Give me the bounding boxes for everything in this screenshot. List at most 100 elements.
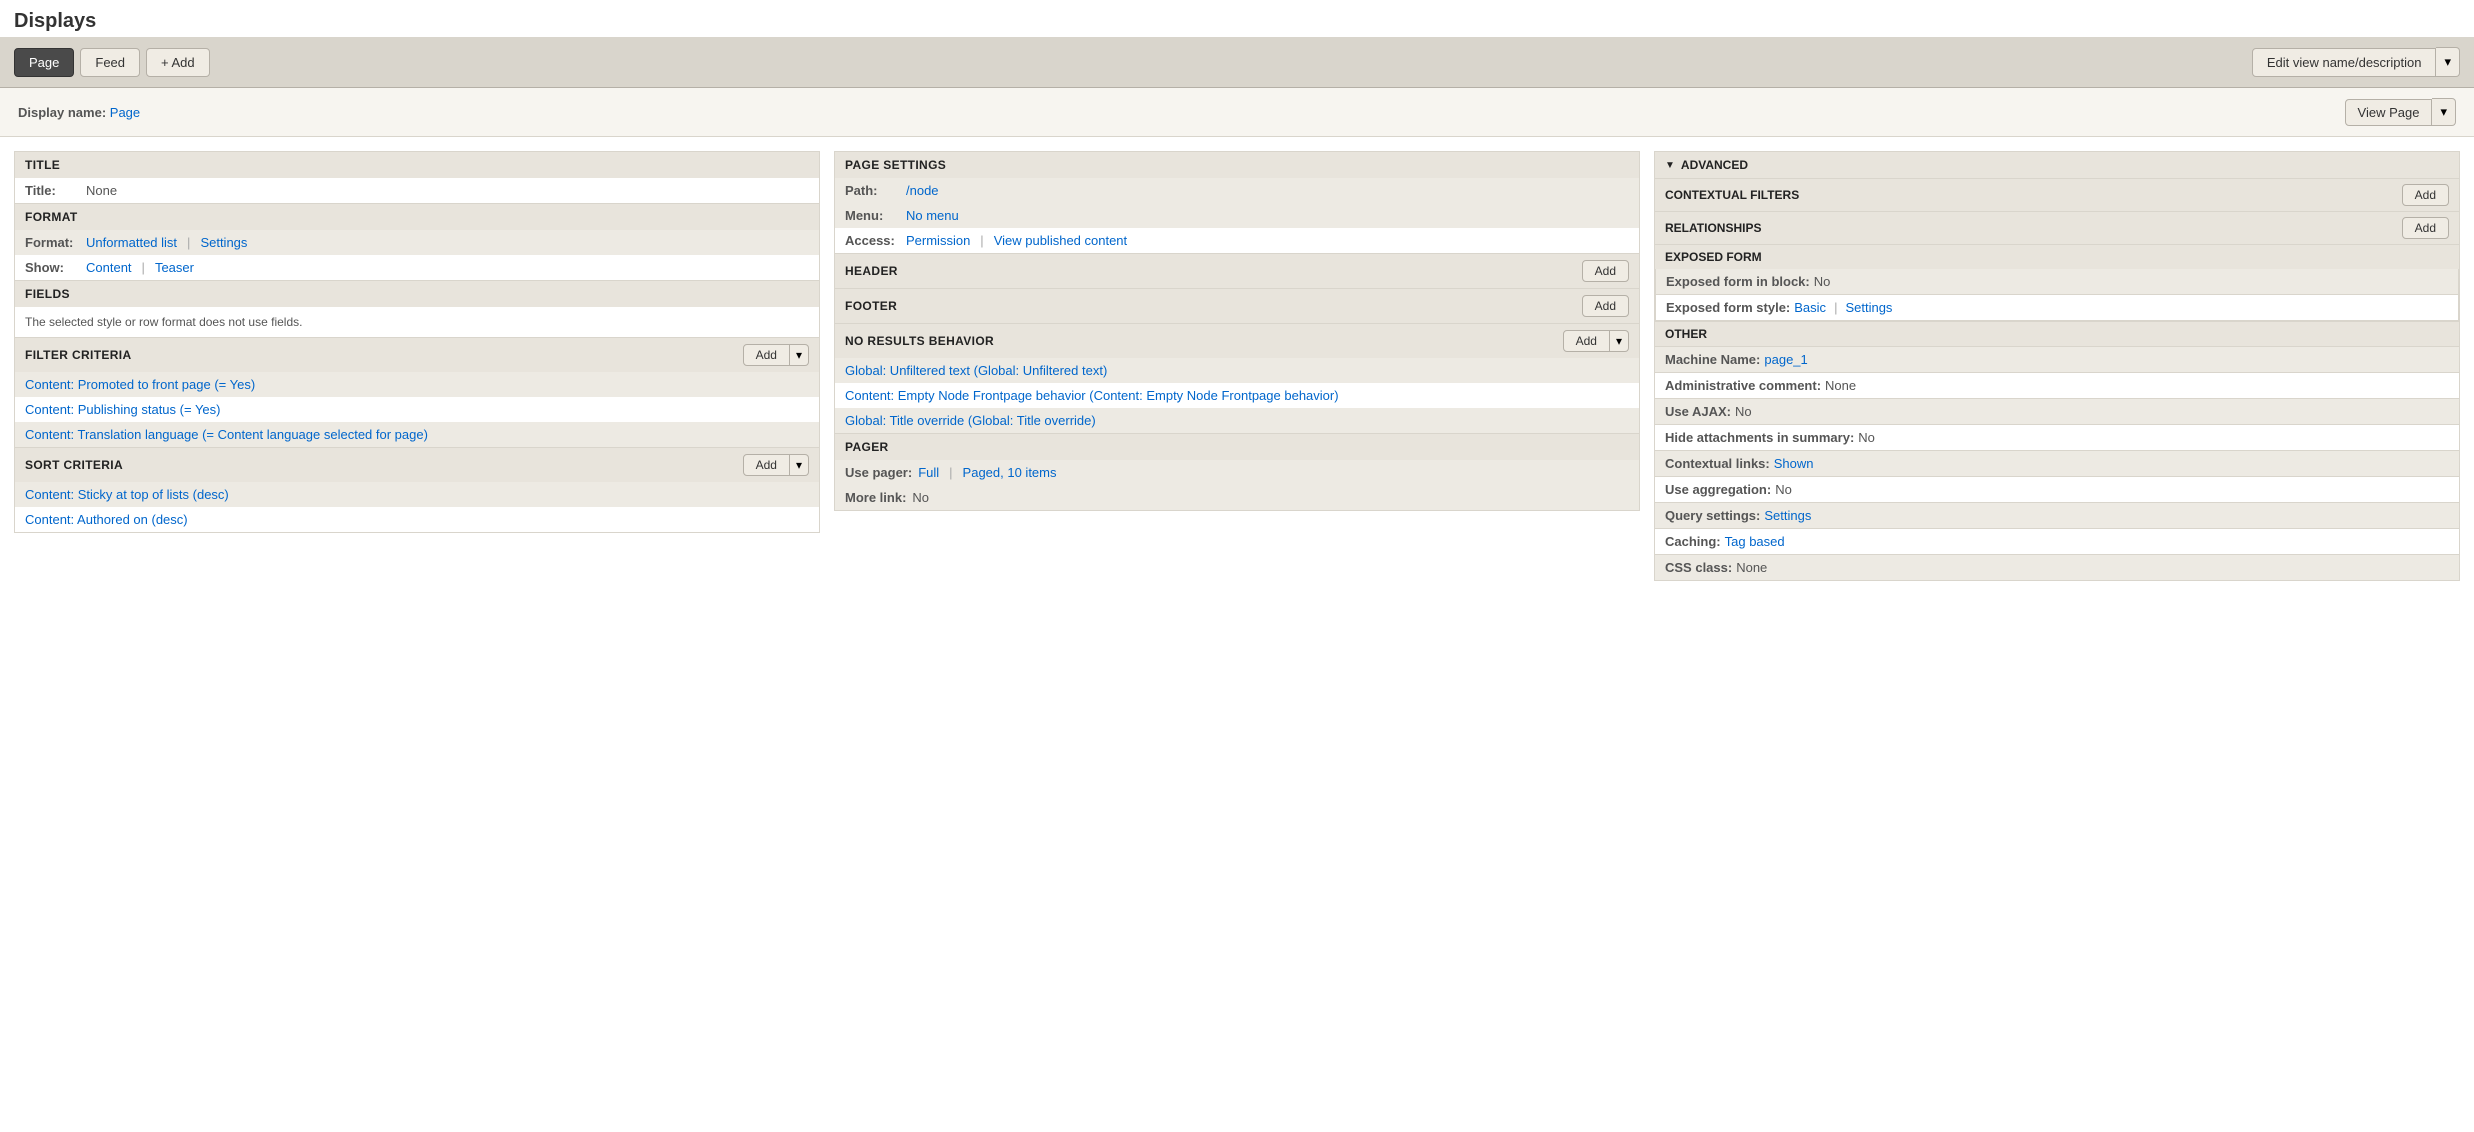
footer-section-header: FOOTER Add <box>835 289 1639 323</box>
sort-add-group: Add ▾ <box>743 454 809 476</box>
exposed-form-style-link[interactable]: Basic <box>1794 300 1826 315</box>
exposed-form-block-row: Exposed form in block: No <box>1655 269 2459 295</box>
page-settings-section: PAGE SETTINGS Path: /node Menu: No menu … <box>834 151 1640 254</box>
other-rows: Machine Name:page_1Administrative commen… <box>1654 347 2460 581</box>
show-teaser-link[interactable]: Teaser <box>155 260 194 275</box>
header-section-header: HEADER Add <box>835 254 1639 288</box>
page-heading: Displays <box>0 0 2474 37</box>
sort-link-0[interactable]: Content: Sticky at top of lists (desc) <box>25 487 229 502</box>
menu-row: Menu: No menu <box>835 203 1639 228</box>
sort-add-dropdown[interactable]: ▾ <box>790 454 809 476</box>
menu-link[interactable]: No menu <box>906 208 959 223</box>
other-value-link-4[interactable]: Shown <box>1774 456 1814 471</box>
other-value-link-7[interactable]: Tag based <box>1725 534 1785 549</box>
edit-view-dropdown-arrow[interactable]: ▾ <box>2436 47 2460 77</box>
access-permission-link[interactable]: Permission <box>906 233 970 248</box>
show-content-link[interactable]: Content <box>86 260 132 275</box>
filter-add-dropdown[interactable]: ▾ <box>790 344 809 366</box>
view-page-dropdown-arrow[interactable]: ▾ <box>2432 98 2456 126</box>
nrb-header: NO RESULTS BEHAVIOR Add ▾ <box>835 324 1639 358</box>
other-value-link-0[interactable]: page_1 <box>1764 352 1807 367</box>
fields-section: FIELDS The selected style or row format … <box>14 281 820 338</box>
other-row-1: Administrative comment: None <box>1654 373 2460 399</box>
exposed-form-settings-link[interactable]: Settings <box>1845 300 1892 315</box>
contextual-filters-header: CONTEXTUAL FILTERS Add <box>1654 179 2460 212</box>
other-row-7: Caching:Tag based <box>1654 529 2460 555</box>
access-view-link[interactable]: View published content <box>994 233 1127 248</box>
exposed-form-style-row: Exposed form style: Basic | Settings <box>1655 295 2459 321</box>
tab-group: Page Feed + Add <box>14 48 210 77</box>
access-row: Access: Permission | View published cont… <box>835 228 1639 253</box>
display-name-value: Page <box>110 105 140 120</box>
nrb-add-dropdown[interactable]: ▾ <box>1610 330 1629 352</box>
left-column: TITLE Title: None FORMAT Format: Unforma… <box>14 151 820 581</box>
sort-criteria-section: SORT CRITERIA Add ▾ Content: Sticky at t… <box>14 448 820 533</box>
title-row: Title: None <box>15 178 819 203</box>
nrb-add-group: Add ▾ <box>1563 330 1629 352</box>
nrb-item-1: Content: Empty Node Frontpage behavior (… <box>835 383 1639 408</box>
fields-section-header: FIELDS <box>15 281 819 307</box>
filter-add-button[interactable]: Add <box>743 344 790 366</box>
format-link[interactable]: Unformatted list <box>86 235 177 250</box>
nrb-link-2[interactable]: Global: Title override (Global: Title ov… <box>845 413 1096 428</box>
show-row: Show: Content | Teaser <box>15 255 819 280</box>
display-name-bar: Display name: Page View Page ▾ <box>0 88 2474 137</box>
title-section-header: TITLE <box>15 152 819 178</box>
filter-link-0[interactable]: Content: Promoted to front page (= Yes) <box>25 377 255 392</box>
contextual-filters-add-button[interactable]: Add <box>2402 184 2449 206</box>
header-add-button[interactable]: Add <box>1582 260 1629 282</box>
add-tab-button[interactable]: + Add <box>146 48 210 77</box>
pager-section: PAGER Use pager: Full | Paged, 10 items … <box>834 434 1640 511</box>
pager-full-link[interactable]: Full <box>918 465 939 480</box>
nrb-section: NO RESULTS BEHAVIOR Add ▾ Global: Unfilt… <box>834 324 1640 434</box>
display-name: Display name: Page <box>18 105 140 120</box>
other-row-0: Machine Name:page_1 <box>1654 347 2460 373</box>
advanced-triangle-icon: ▼ <box>1665 160 1675 171</box>
filter-item-1: Content: Publishing status (= Yes) <box>15 397 819 422</box>
format-section-header: FORMAT <box>15 204 819 230</box>
pager-header: PAGER <box>835 434 1639 460</box>
exposed-form-section: EXPOSED FORM Exposed form in block: No E… <box>1654 245 2460 322</box>
other-row-5: Use aggregation: No <box>1654 477 2460 503</box>
pager-paged-link[interactable]: Paged, 10 items <box>963 465 1057 480</box>
sort-add-button[interactable]: Add <box>743 454 790 476</box>
advanced-header: ▼ ADVANCED <box>1654 151 2460 179</box>
path-link[interactable]: /node <box>906 183 939 198</box>
title-section: TITLE Title: None <box>14 151 820 204</box>
filter-link-2[interactable]: Content: Translation language (= Content… <box>25 427 428 442</box>
header-section: HEADER Add <box>834 254 1640 289</box>
format-settings-link[interactable]: Settings <box>200 235 247 250</box>
view-page-button[interactable]: View Page <box>2345 99 2433 126</box>
sort-item-1: Content: Authored on (desc) <box>15 507 819 532</box>
other-row-2: Use AJAX: No <box>1654 399 2460 425</box>
other-row-6: Query settings:Settings <box>1654 503 2460 529</box>
filter-item-2: Content: Translation language (= Content… <box>15 422 819 447</box>
footer-add-button[interactable]: Add <box>1582 295 1629 317</box>
nrb-add-button[interactable]: Add <box>1563 330 1610 352</box>
sort-link-1[interactable]: Content: Authored on (desc) <box>25 512 188 527</box>
other-value-link-6[interactable]: Settings <box>1764 508 1811 523</box>
nrb-link-0[interactable]: Global: Unfiltered text (Global: Unfilte… <box>845 363 1107 378</box>
sort-item-0: Content: Sticky at top of lists (desc) <box>15 482 819 507</box>
relationships-header: RELATIONSHIPS Add <box>1654 212 2460 245</box>
other-row-3: Hide attachments in summary: No <box>1654 425 2460 451</box>
pager-more-row: More link: No <box>835 485 1639 510</box>
filter-add-group: Add ▾ <box>743 344 809 366</box>
nrb-item-0: Global: Unfiltered text (Global: Unfilte… <box>835 358 1639 383</box>
nrb-link-1[interactable]: Content: Empty Node Frontpage behavior (… <box>845 388 1339 403</box>
right-column: ▼ ADVANCED CONTEXTUAL FILTERS Add RELATI… <box>1654 151 2460 581</box>
footer-section: FOOTER Add <box>834 289 1640 324</box>
sort-criteria-header: SORT CRITERIA Add ▾ <box>15 448 819 482</box>
filter-link-1[interactable]: Content: Publishing status (= Yes) <box>25 402 220 417</box>
relationships-add-button[interactable]: Add <box>2402 217 2449 239</box>
page-settings-header: PAGE SETTINGS <box>835 152 1639 178</box>
edit-view-group: Edit view name/description ▾ <box>2252 47 2460 77</box>
pager-use-row: Use pager: Full | Paged, 10 items <box>835 460 1639 485</box>
filter-item-0: Content: Promoted to front page (= Yes) <box>15 372 819 397</box>
nrb-item-2: Global: Title override (Global: Title ov… <box>835 408 1639 433</box>
edit-view-button[interactable]: Edit view name/description <box>2252 48 2437 77</box>
tab-feed[interactable]: Feed <box>80 48 140 77</box>
top-bar: Page Feed + Add Edit view name/descripti… <box>0 37 2474 88</box>
tab-page[interactable]: Page <box>14 48 74 77</box>
other-row-4: Contextual links:Shown <box>1654 451 2460 477</box>
